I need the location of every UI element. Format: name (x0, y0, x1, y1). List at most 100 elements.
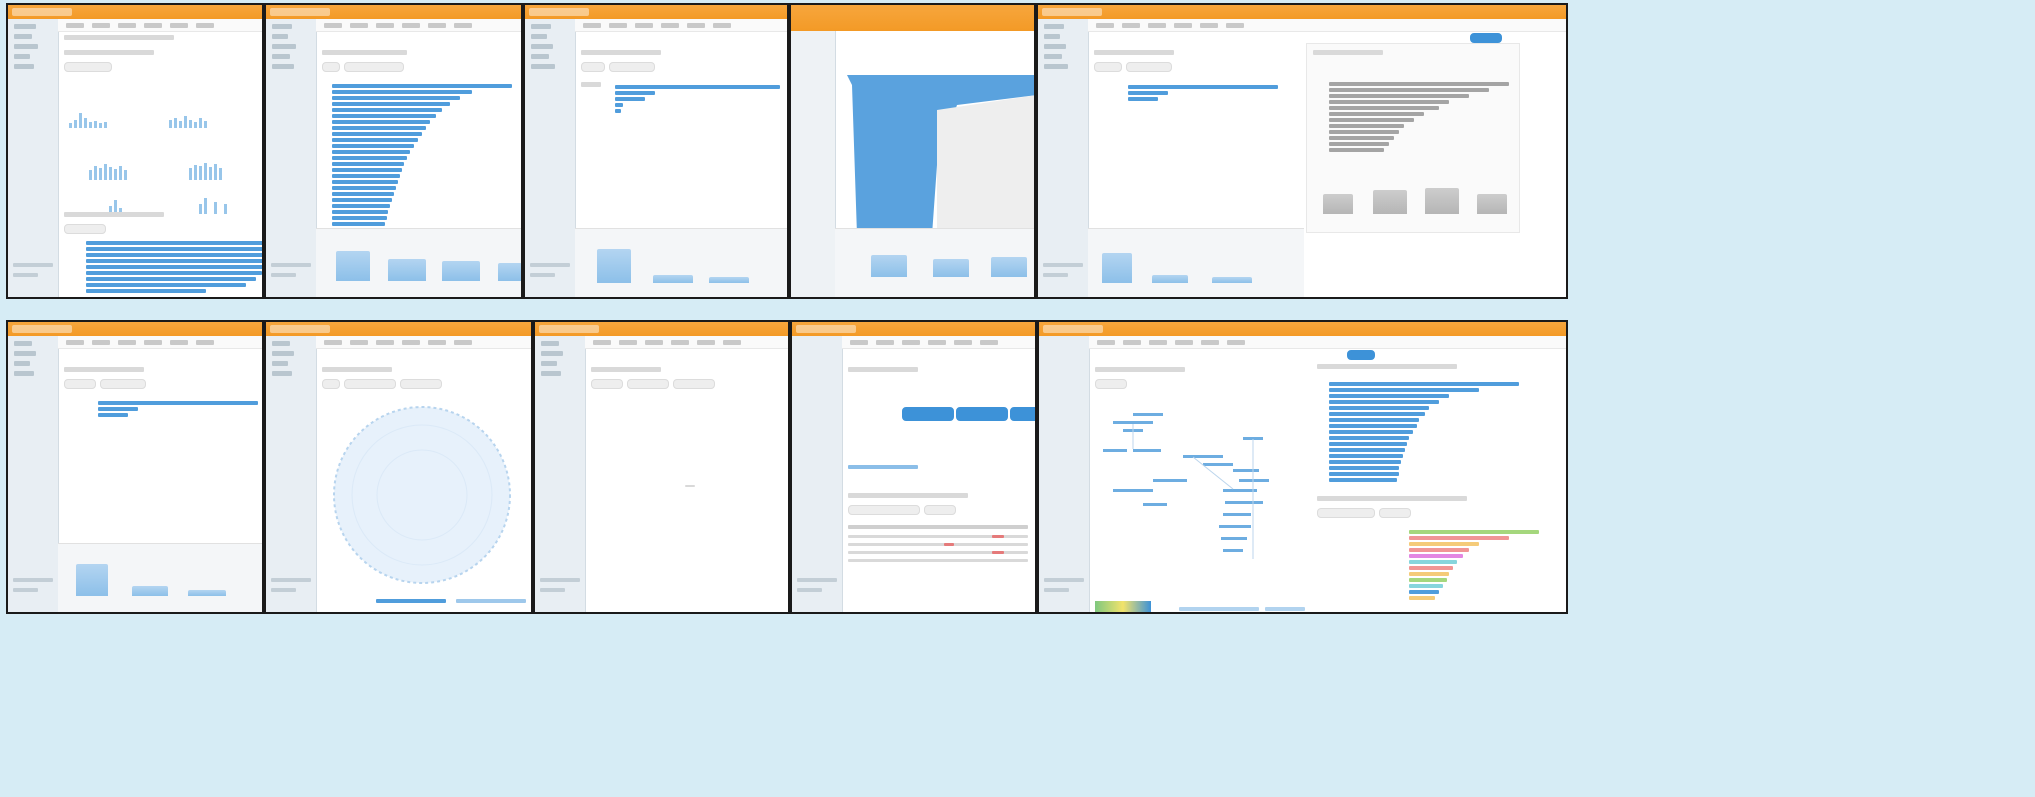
filter-button[interactable] (344, 379, 396, 389)
sidebar-item[interactable] (541, 371, 561, 376)
menu-item[interactable] (928, 339, 946, 345)
menu-item[interactable] (1201, 339, 1219, 345)
menu-item[interactable] (645, 339, 663, 345)
sidebar-item[interactable] (14, 64, 34, 69)
menu-item[interactable] (1148, 22, 1166, 28)
menu-item[interactable] (723, 339, 741, 345)
menu-item[interactable] (196, 339, 214, 345)
menu-item[interactable] (1096, 22, 1114, 28)
sidebar-item[interactable] (531, 44, 553, 49)
menu-item[interactable] (1174, 22, 1192, 28)
action-button[interactable] (1010, 407, 1035, 421)
menu-item[interactable] (402, 22, 420, 28)
menu-item[interactable] (454, 339, 472, 345)
menu-item[interactable] (376, 339, 394, 345)
sidebar-item[interactable] (1044, 44, 1066, 49)
menu-item[interactable] (635, 22, 653, 28)
menu-item[interactable] (92, 339, 110, 345)
sidebar-item[interactable] (14, 371, 34, 376)
menu-item[interactable] (980, 339, 998, 345)
sidebar-item[interactable] (1044, 54, 1062, 59)
filter-button[interactable] (100, 379, 146, 389)
sidebar-item[interactable] (272, 351, 294, 356)
sidebar-item[interactable] (14, 34, 32, 39)
menu-item[interactable] (593, 339, 611, 345)
menu-item[interactable] (144, 339, 162, 345)
menu-item[interactable] (324, 339, 342, 345)
sidebar-item[interactable] (14, 54, 30, 59)
menu-item[interactable] (428, 339, 446, 345)
filter-button[interactable] (609, 62, 655, 72)
menu-item[interactable] (170, 22, 188, 28)
menu-item[interactable] (118, 22, 136, 28)
menu-item[interactable] (876, 339, 894, 345)
filter-button[interactable] (64, 379, 96, 389)
filter-button[interactable] (400, 379, 442, 389)
menu-item[interactable] (376, 22, 394, 28)
menu-item[interactable] (609, 22, 627, 28)
sidebar-item[interactable] (531, 64, 555, 69)
menu-item[interactable] (850, 339, 868, 345)
sidebar-item[interactable] (14, 361, 30, 366)
filter-button[interactable] (1379, 508, 1411, 518)
filter-button[interactable] (591, 379, 623, 389)
filter-button[interactable] (1126, 62, 1172, 72)
sidebar-item[interactable] (1044, 34, 1060, 39)
menu-item[interactable] (687, 22, 705, 28)
sidebar-item[interactable] (1044, 24, 1064, 29)
sidebar-item[interactable] (14, 24, 36, 29)
menu-item[interactable] (661, 22, 679, 28)
sidebar-item[interactable] (14, 341, 32, 346)
sidebar-item[interactable] (272, 34, 288, 39)
menu-item[interactable] (1122, 22, 1140, 28)
sidebar-item[interactable] (14, 44, 38, 49)
menu-item[interactable] (1097, 339, 1115, 345)
filter-button[interactable] (673, 379, 715, 389)
menu-item[interactable] (402, 339, 420, 345)
filter-button[interactable] (1095, 379, 1127, 389)
menu-item[interactable] (428, 22, 446, 28)
menu-item[interactable] (954, 339, 972, 345)
sidebar-item[interactable] (272, 361, 288, 366)
filter-button[interactable] (581, 62, 605, 72)
table-row[interactable] (848, 543, 1028, 546)
filter-button[interactable] (64, 62, 112, 72)
sidebar-item[interactable] (541, 351, 563, 356)
table-row[interactable] (848, 559, 1028, 562)
menu-item[interactable] (350, 22, 368, 28)
sidebar-item[interactable] (272, 44, 296, 49)
sidebar-item[interactable] (272, 54, 290, 59)
sidebar-item[interactable] (1044, 64, 1068, 69)
filter-button[interactable] (627, 379, 669, 389)
filter-button[interactable] (924, 505, 956, 515)
menu-item[interactable] (619, 339, 637, 345)
menu-item[interactable] (1123, 339, 1141, 345)
menu-item[interactable] (1149, 339, 1167, 345)
sidebar-item[interactable] (541, 361, 557, 366)
sidebar-item[interactable] (272, 64, 294, 69)
menu-item[interactable] (697, 339, 715, 345)
sidebar-item[interactable] (14, 351, 36, 356)
filter-button[interactable] (848, 505, 920, 515)
menu-item[interactable] (713, 22, 731, 28)
menu-item[interactable] (92, 22, 110, 28)
sidebar-item[interactable] (272, 341, 290, 346)
sidebar-item[interactable] (531, 54, 549, 59)
menu-item[interactable] (118, 339, 136, 345)
menu-item[interactable] (902, 339, 920, 345)
menu-item[interactable] (1227, 339, 1245, 345)
filter-button[interactable] (1094, 62, 1122, 72)
sidebar-item[interactable] (531, 24, 551, 29)
filter-button[interactable] (1317, 508, 1375, 518)
menu-item[interactable] (1200, 22, 1218, 28)
menu-item[interactable] (144, 22, 162, 28)
menu-item[interactable] (196, 22, 214, 28)
sidebar-item[interactable] (272, 24, 292, 29)
menu-item[interactable] (1175, 339, 1193, 345)
filter-button[interactable] (322, 62, 340, 72)
menu-item[interactable] (583, 22, 601, 28)
filter-button[interactable] (322, 379, 340, 389)
menu-item[interactable] (454, 22, 472, 28)
menu-item[interactable] (324, 22, 342, 28)
sidebar-item[interactable] (531, 34, 547, 39)
